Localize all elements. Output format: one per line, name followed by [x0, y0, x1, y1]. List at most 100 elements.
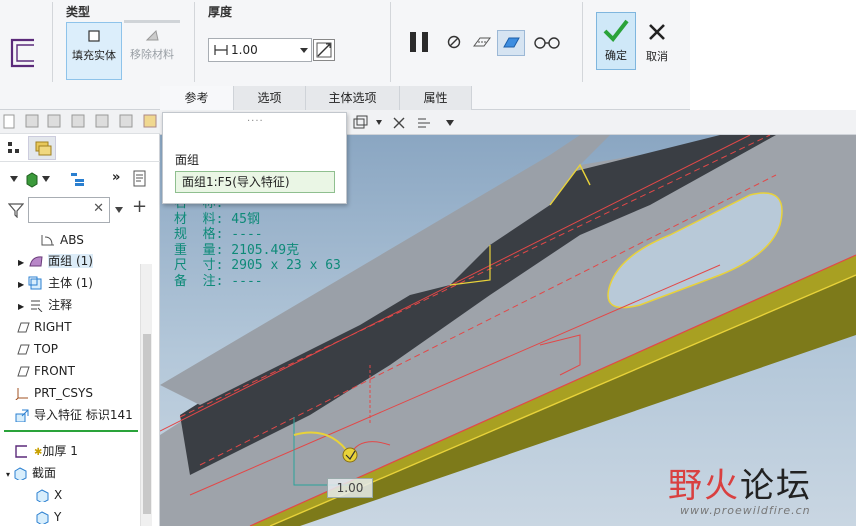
datum-plane-icon — [17, 344, 30, 355]
info-line-weight: 重 量: 2105.49克 — [174, 242, 300, 258]
info-line-remark: 备 注: ---- — [174, 273, 263, 289]
tab-references[interactable]: 参考 — [160, 86, 234, 110]
clear-icon[interactable]: ✕ — [93, 201, 104, 216]
glasses-icon[interactable] — [532, 34, 562, 50]
fill-solid-button[interactable]: 填充实体 — [66, 22, 122, 80]
filter-icon[interactable] — [8, 202, 24, 218]
model-tree-tab-icon[interactable] — [6, 140, 22, 156]
column-settings-icon[interactable] — [132, 170, 148, 188]
chevron-down-icon[interactable] — [42, 176, 50, 182]
chevron-down-icon[interactable] — [446, 120, 454, 126]
tree-item-y[interactable]: Y — [34, 507, 61, 527]
dimension-icon — [214, 45, 228, 55]
geometry-preview-icon[interactable] — [472, 34, 492, 50]
panel-tabs — [0, 134, 160, 162]
feature-preview-button[interactable] — [497, 30, 525, 56]
tree-toolbar: » — [0, 168, 160, 192]
ribbon: 类型 填充实体 移除材料 厚度 1.00 确定 取消 参考 选项 主体选项 属性 — [0, 0, 856, 110]
tab-properties[interactable]: 属性 — [400, 86, 472, 110]
add-icon[interactable]: + — [132, 196, 147, 217]
quilt-collector-field[interactable]: 面组1:F5(导入特征) — [175, 171, 335, 193]
tree-item-abs[interactable]: ABS — [40, 230, 84, 250]
flip-icon — [316, 42, 332, 58]
remove-material-button[interactable]: 移除材料 — [124, 22, 180, 80]
pause-icon[interactable] — [408, 30, 432, 54]
body-icon — [28, 276, 42, 290]
remove-material-icon — [145, 30, 159, 41]
thickness-input[interactable]: 1.00 — [208, 38, 312, 62]
tree-item-top-plane[interactable]: TOP — [14, 339, 58, 359]
thickness-group-label: 厚度 — [208, 5, 233, 19]
ok-button[interactable]: 确定 — [596, 12, 636, 70]
chevron-down-icon[interactable] — [376, 120, 382, 125]
expand-icon[interactable]: ▶ — [18, 280, 24, 289]
axis-icon — [36, 489, 49, 502]
layer-tab[interactable] — [28, 136, 56, 160]
info-line-spec: 规 格: ---- — [174, 227, 263, 242]
feature-preview-icon — [503, 37, 520, 48]
chevron-down-icon[interactable] — [300, 48, 308, 53]
import-feature-icon — [15, 409, 29, 422]
panel-toolbar — [0, 110, 160, 134]
chevron-down-icon[interactable] — [10, 176, 18, 182]
coordinate-system-icon — [15, 388, 28, 400]
tree-item-front-plane[interactable]: FRONT — [14, 361, 75, 381]
model-info-note: 名 称: ----材 料: 45钢规 格: ----重 量: 2105.49克尺… — [174, 196, 341, 289]
datum-display-icon[interactable] — [392, 116, 406, 130]
quilt-icon — [29, 256, 43, 267]
divider — [124, 20, 180, 23]
datum-plane-icon — [17, 366, 30, 377]
info-line-size: 尺 寸: 2905 x 23 x 63 — [174, 258, 341, 273]
tree-item-import-feature[interactable]: 导入特征 标识141 — [14, 405, 133, 425]
separator — [52, 2, 53, 82]
layers-icon — [35, 141, 52, 156]
search-input[interactable]: ✕ — [28, 197, 110, 223]
type-group-label: 类型 — [66, 5, 91, 19]
drag-handle-icon[interactable]: .... — [247, 113, 264, 124]
separator — [194, 2, 195, 82]
watermark-logo: 野火论坛 — [668, 466, 812, 506]
expand-more-icon[interactable]: » — [112, 170, 120, 185]
thicken-feature-icon — [10, 38, 34, 68]
sketch-icon — [41, 235, 54, 246]
tree-item-quilt[interactable]: ▶ 面组 (1) — [18, 251, 93, 271]
spin-center-icon[interactable] — [416, 115, 432, 131]
popup-title: 面组 — [175, 153, 200, 167]
panel-toolbar-icons — [3, 114, 157, 129]
axis-icon — [36, 511, 49, 524]
tree-item-body[interactable]: ▶ 主体 (1) — [18, 273, 93, 293]
chevron-down-icon[interactable] — [115, 207, 123, 213]
view-manager-icon[interactable] — [352, 115, 368, 131]
remove-material-label: 移除材料 — [130, 48, 174, 61]
tree-scrollbar[interactable] — [140, 264, 152, 526]
thickness-dimension-label[interactable]: 1.00 — [327, 478, 373, 498]
tree-item-thicken[interactable]: ✱加厚 1 — [14, 441, 78, 461]
part-icon — [26, 172, 38, 188]
scrollbar-thumb[interactable] — [143, 334, 151, 514]
tree-settings-icon[interactable] — [70, 171, 86, 187]
tree-item-x[interactable]: X — [34, 485, 62, 505]
ribbon-blank-area — [690, 0, 856, 110]
tree-item-annotations[interactable]: ▶ 注释 — [18, 295, 72, 315]
tree-item-csys[interactable]: PRT_CSYS — [14, 383, 93, 403]
cancel-label: 取消 — [646, 50, 668, 63]
tree-item-right-plane[interactable]: RIGHT — [14, 317, 72, 337]
fill-solid-label: 填充实体 — [72, 49, 116, 62]
tab-options[interactable]: 选项 — [234, 86, 306, 110]
expand-icon[interactable]: ▶ — [18, 302, 24, 311]
no-preview-icon[interactable] — [447, 35, 461, 49]
annotation-icon — [31, 300, 43, 312]
collapse-icon[interactable]: ▾ — [6, 470, 10, 479]
cancel-button[interactable]: 取消 — [640, 12, 674, 70]
watermark-url: www.proewildfire.cn — [680, 504, 811, 517]
close-icon — [649, 24, 665, 40]
ribbon-tabs: 参考 选项 主体选项 属性 — [160, 86, 690, 110]
expand-icon[interactable]: ▶ — [18, 258, 24, 267]
tab-body-options[interactable]: 主体选项 — [306, 86, 400, 110]
checkmark-icon — [603, 19, 629, 43]
tree-item-section[interactable]: ▾ 截面 — [6, 463, 56, 483]
flip-direction-button[interactable] — [313, 39, 335, 61]
separator — [582, 2, 583, 82]
model-tree-panel: » ✕ + ABS ▶ 面组 (1) ▶ 主体 (1) ▶ 注释 RIGHT TOP … — [0, 110, 160, 526]
fill-solid-icon — [88, 30, 100, 42]
